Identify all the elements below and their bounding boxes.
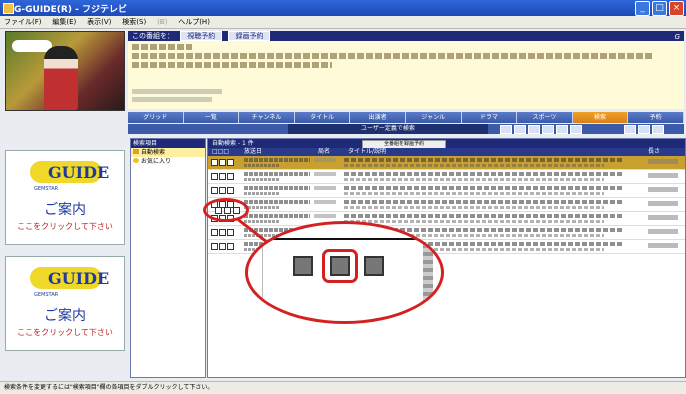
menu-help[interactable]: ヘルプ(H): [174, 16, 214, 28]
tab-performer[interactable]: 出演者: [350, 112, 406, 123]
subbar-button[interactable]: [500, 125, 512, 134]
subbar-button[interactable]: [570, 125, 582, 134]
table-row[interactable]: [208, 184, 685, 198]
gemstar-label: GEMSTAR: [34, 292, 59, 298]
menu-view[interactable]: 表示(V): [83, 16, 115, 28]
highlight-ring-small: [203, 198, 249, 222]
watch-reserve-button[interactable]: 視聴予約: [180, 31, 223, 41]
subbar-button[interactable]: [624, 125, 636, 134]
record-reserve-button[interactable]: 録画予約: [228, 31, 271, 41]
results-count: 自動検索 - 1 件: [212, 140, 254, 147]
maximize-icon[interactable]: □: [652, 1, 667, 16]
subbar-button[interactable]: [652, 125, 664, 134]
menu-disabled: (B): [157, 18, 168, 26]
zoom-callout: [245, 221, 444, 324]
view-tabs: グリッド 一覧 チャンネル タイトル 出演者 ジャンル ドラマ スポーツ 検索 …: [128, 112, 684, 123]
condition-label: お気に入り: [141, 158, 172, 165]
guide-ad-banner[interactable]: GUIDE GEMSTAR ご案内 ここをクリックして下さい: [5, 256, 125, 351]
checkbox-icon: [293, 256, 313, 276]
subbar-button[interactable]: [556, 125, 568, 134]
subbar-button[interactable]: [514, 125, 526, 134]
title-bar: G-GUIDE(R) - フジテレビ _ □ ×: [0, 0, 686, 16]
table-row[interactable]: [208, 198, 685, 212]
subbar-button[interactable]: [542, 125, 554, 134]
condition-label: 自動検索: [141, 149, 166, 156]
column-icons: □□□: [212, 148, 230, 155]
search-subbar: ユーザー定義で検索: [128, 124, 684, 134]
ad-cta-link[interactable]: ここをクリックして下さい: [6, 221, 124, 232]
status-bar: 検索条件を変更するには"検索項目"欄の各項目をダブルクリックして下さい。: [0, 381, 686, 393]
condition-item-favorites[interactable]: お気に入り: [131, 157, 205, 166]
folder-icon: [133, 149, 139, 154]
column-length[interactable]: 長さ: [648, 148, 660, 156]
conditions-header: 検索項目: [131, 139, 205, 148]
tab-search[interactable]: 検索: [572, 112, 629, 123]
program-channel-line: [132, 89, 222, 94]
program-thumbnail: [5, 31, 125, 111]
program-desc-line: [132, 62, 332, 68]
app-window: G-GUIDE(R) - フジテレビ _ □ × ファイル(F) 編集(E) 表…: [0, 0, 686, 393]
tab-sports[interactable]: スポーツ: [517, 112, 573, 123]
guide-logo-text: GUIDE: [48, 269, 110, 288]
tab-reservation[interactable]: 予約: [628, 112, 684, 123]
tab-title[interactable]: タイトル: [294, 112, 351, 123]
gemstar-label: GEMSTAR: [34, 186, 59, 192]
program-title-line: [132, 44, 192, 50]
search-conditions-panel: 検索項目 自動検索 お気に入り: [130, 138, 206, 378]
table-row[interactable]: [208, 212, 685, 226]
column-title[interactable]: タイトル/説明: [348, 148, 386, 156]
menu-file[interactable]: ファイル(F): [0, 16, 46, 28]
tab-drama[interactable]: ドラマ: [461, 112, 518, 123]
ad-title: ご案内: [44, 202, 86, 218]
channel-logo: [12, 40, 52, 52]
subbar-button[interactable]: [528, 125, 540, 134]
ad-title: ご案内: [44, 308, 86, 324]
subbar-button[interactable]: [638, 125, 650, 134]
tab-genre[interactable]: ジャンル: [405, 112, 462, 123]
condition-item-auto[interactable]: 自動検索: [131, 148, 205, 157]
highlight-box: [322, 249, 358, 283]
program-desc-line: [132, 53, 652, 59]
results-columns: □□□ 放送日 局名 タイトル/説明 長さ: [208, 148, 685, 156]
menu-bar: ファイル(F) 編集(E) 表示(V) 検索(S) (B) ヘルプ(H): [0, 16, 686, 29]
thumbnail-figure: [44, 46, 78, 110]
tab-list[interactable]: 一覧: [183, 112, 240, 123]
star-icon: [133, 158, 139, 163]
window-title: G-GUIDE(R) - フジテレビ: [14, 5, 127, 15]
close-icon[interactable]: ×: [669, 1, 684, 16]
table-row[interactable]: [208, 170, 685, 184]
table-row[interactable]: [208, 156, 685, 170]
program-header: この番組を： 視聴予約 録画予約 G: [128, 31, 684, 41]
program-header-label: この番組を：: [132, 32, 174, 40]
minimize-icon[interactable]: _: [635, 1, 650, 16]
ad-cta-link[interactable]: ここをクリックして下さい: [6, 327, 124, 338]
app-icon: [3, 3, 14, 14]
checkbox-icon: [364, 256, 384, 276]
search-subtitle: ユーザー定義で検索: [288, 124, 488, 134]
column-station[interactable]: 局名: [318, 148, 330, 156]
menu-edit[interactable]: 編集(E): [48, 16, 80, 28]
guide-logo-text: GUIDE: [48, 163, 110, 182]
brand-logo: G: [674, 33, 680, 41]
program-genre-line: [132, 97, 212, 102]
menu-search[interactable]: 検索(S): [118, 16, 150, 28]
column-date[interactable]: 放送日: [244, 148, 262, 156]
tab-grid[interactable]: グリッド: [128, 112, 184, 123]
guide-ad-banner[interactable]: GUIDE GEMSTAR ご案内 ここをクリックして下さい: [5, 150, 125, 245]
results-header: 自動検索 - 1 件 全番組を録画予約: [208, 139, 685, 149]
program-info-panel: この番組を： 視聴予約 録画予約 G: [128, 31, 684, 109]
tab-channel[interactable]: チャンネル: [239, 112, 295, 123]
